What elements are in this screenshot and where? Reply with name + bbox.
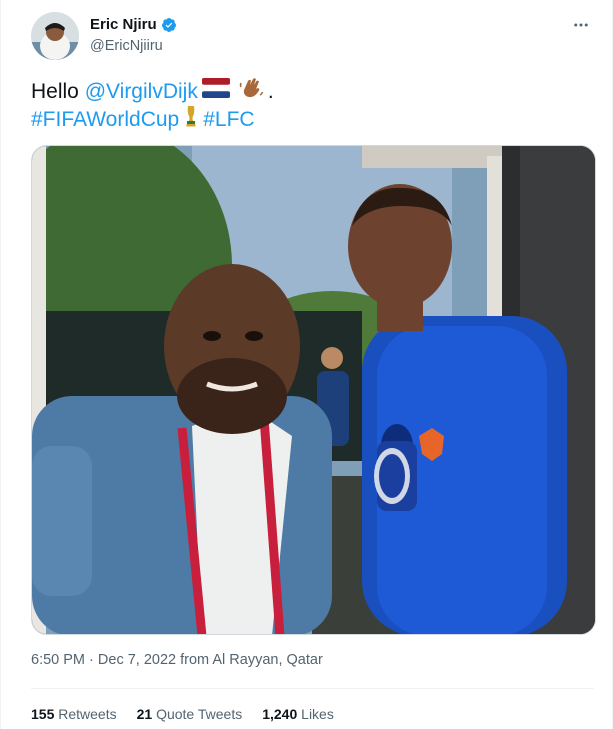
tweet-text-line-1: Hello @VirgilvDijk .: [31, 75, 274, 109]
tweet-stats: 155 Retweets 21 Quote Tweets 1,240 Likes: [31, 706, 334, 722]
avatar[interactable]: [31, 12, 79, 60]
period-text: .: [267, 80, 274, 103]
author-handle[interactable]: @EricNjiiru: [90, 38, 163, 54]
meta-separator: ·: [89, 652, 94, 668]
author-display-name[interactable]: Eric Njiru: [90, 16, 157, 33]
netherlands-flag-icon: [201, 77, 231, 106]
avatar-image: [31, 12, 79, 60]
tweet-card: Eric Njiru @EricNjiiru Hello @VirgilvDij…: [0, 0, 613, 729]
more-options-icon[interactable]: [570, 14, 592, 36]
tweet-location[interactable]: Al Rayyan, Qatar: [212, 652, 322, 668]
trophy-icon: [183, 104, 199, 136]
tweet-text-line-2: #FIFAWorldCup #LFC: [31, 106, 274, 134]
quote-tweets-stat[interactable]: 21 Quote Tweets: [137, 706, 243, 722]
likes-stat[interactable]: 1,240 Likes: [262, 706, 334, 722]
likes-count: 1,240: [262, 706, 298, 722]
tweet-meta: 6:50 PM · Dec 7, 2022 from Al Rayyan, Qa…: [31, 652, 323, 668]
tweet-date[interactable]: Dec 7, 2022: [98, 652, 176, 668]
tweet-photo[interactable]: [31, 145, 596, 635]
verified-badge-icon: [161, 17, 177, 33]
retweets-label: Retweets: [58, 706, 117, 722]
retweets-stat[interactable]: 155 Retweets: [31, 706, 117, 722]
mention-link[interactable]: @VirgilvDijk: [85, 78, 198, 106]
quotes-count: 21: [136, 706, 153, 722]
retweets-count: 155: [31, 706, 55, 722]
hashtag-fifaworldcup[interactable]: #FIFAWorldCup: [31, 106, 179, 134]
greeting-text: Hello: [31, 80, 79, 103]
tweet-text: Hello @VirgilvDijk . #FIFAWorldCup #LFC: [31, 75, 274, 134]
waving-hand-icon: [238, 75, 264, 109]
tweet-time[interactable]: 6:50 PM: [31, 652, 85, 668]
photo-scene: [32, 146, 595, 634]
likes-label: Likes: [301, 706, 334, 722]
author-name-row[interactable]: Eric Njiru: [90, 16, 177, 33]
location-prefix: from: [180, 652, 210, 668]
quotes-label: Quote Tweets: [156, 706, 243, 722]
hashtag-lfc[interactable]: #LFC: [203, 106, 254, 134]
divider: [31, 688, 594, 689]
